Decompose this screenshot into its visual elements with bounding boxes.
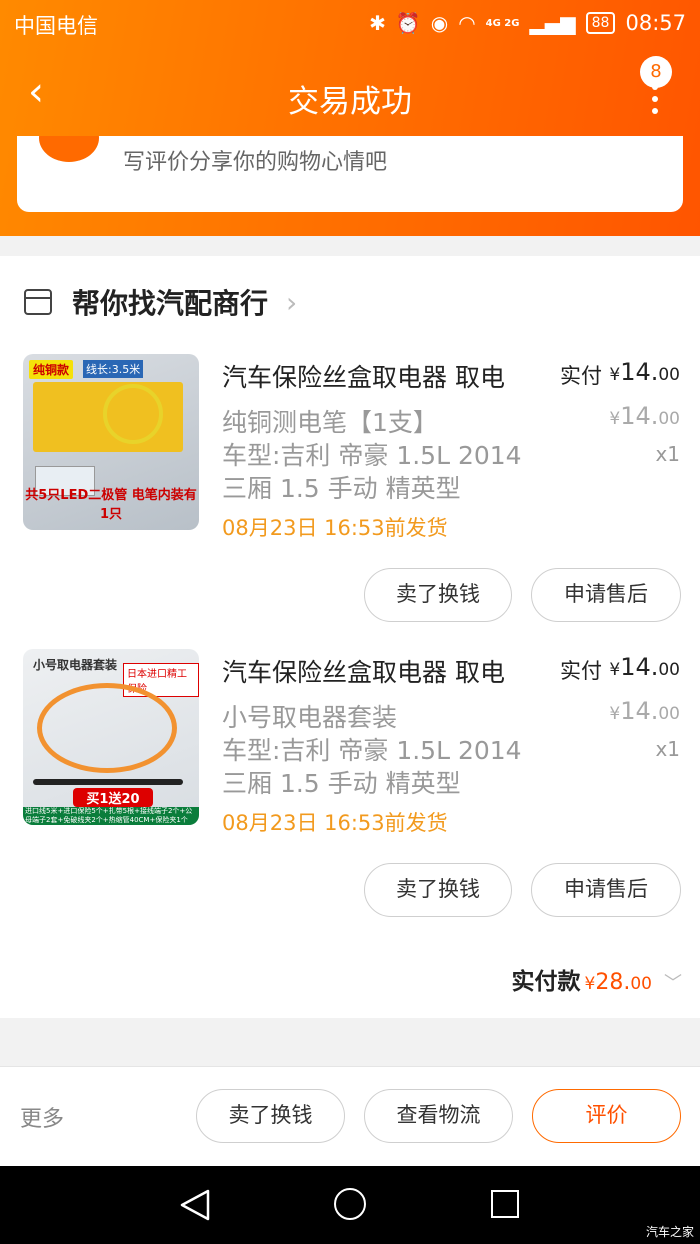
- after-sales-button[interactable]: 申请售后: [531, 863, 681, 917]
- paid-label: 实付: [560, 659, 602, 683]
- spec-model-2: 三厢 1.5 手动 精英型: [222, 474, 461, 503]
- product-thumbnail[interactable]: 小号取电器套装 日本进口精工保险 买1送20 进口线5米+进口保险5个+扎带5根…: [23, 649, 199, 825]
- chevron-right-icon: ›: [286, 285, 298, 319]
- signal-icon: ▂▄▆: [529, 11, 576, 35]
- total-label: 实付款: [511, 969, 581, 995]
- sell-button[interactable]: 卖了换钱: [364, 568, 512, 622]
- battery-indicator: 88: [585, 12, 616, 34]
- alarm-icon: ⏰: [395, 11, 421, 35]
- status-icons: ✱ ⏰ ◉ ◠ 4G 2G ▂▄▆ 88 08:57: [369, 8, 686, 38]
- product-title: 汽车保险丝盒取电器 取电: [222, 658, 505, 687]
- recent-apps-icon[interactable]: [491, 1190, 519, 1218]
- dot-icon: [652, 108, 658, 114]
- spec-model-2: 三厢 1.5 手动 精英型: [222, 769, 461, 798]
- unit-price: ¥14.00: [609, 402, 680, 430]
- status-bar: 中国电信 ✱ ⏰ ◉ ◠ 4G 2G ▂▄▆ 88 08:57: [0, 0, 700, 48]
- quantity: x1: [655, 737, 680, 761]
- bottom-action-bar: 更多 卖了换钱 查看物流 评价: [0, 1066, 700, 1166]
- quantity: x1: [655, 442, 680, 466]
- spec-variant: 小号取电器套装: [222, 703, 398, 732]
- thumb-tag: 小号取电器套装: [33, 658, 118, 672]
- thumb-promo: 买1送20: [73, 788, 153, 807]
- home-circle-icon[interactable]: [334, 1188, 366, 1220]
- nav-bar: ‹ 交易成功 8: [0, 52, 700, 136]
- more-button[interactable]: 更多: [20, 1101, 64, 1133]
- shop-header[interactable]: 帮你找汽配商行 ›: [24, 280, 297, 324]
- dot-icon: [652, 96, 658, 102]
- order-total[interactable]: 实付款 ¥28.00 ﹀: [512, 962, 682, 1002]
- heat-shrink-graphic: [33, 779, 183, 785]
- page-title: 交易成功: [288, 84, 412, 120]
- wire-coil-graphic: [37, 683, 177, 773]
- carrier-label: 中国电信: [14, 14, 98, 38]
- bluetooth-icon: ✱: [369, 11, 386, 35]
- unit-price: ¥14.00: [609, 697, 680, 725]
- thumb-tag: 纯铜款: [29, 360, 74, 379]
- product-title: 汽车保险丝盒取电器 取电: [222, 363, 505, 392]
- order-item[interactable]: 小号取电器套装 日本进口精工保险 买1送20 进口线5米+进口保险5个+扎带5根…: [0, 649, 700, 929]
- paid-price: ¥14.00: [609, 358, 680, 386]
- view-logistics-button[interactable]: 查看物流: [364, 1089, 513, 1143]
- paid-price: ¥14.00: [609, 653, 680, 681]
- total-amount: ¥28.00: [584, 970, 652, 995]
- eye-comfort-icon: ◉: [430, 11, 449, 35]
- system-nav-bar: 汽车之家: [0, 1166, 700, 1244]
- thumb-promo: 共5只LED二极管 电笔内装有1只: [25, 488, 197, 522]
- back-triangle-icon[interactable]: [178, 1188, 212, 1222]
- shipping-deadline: 08月23日 16:53前发货: [222, 811, 448, 835]
- wifi-icon: ◠: [458, 11, 476, 35]
- order-item[interactable]: 纯铜款 线长:3.5米 共5只LED二极管 电笔内装有1只 汽车保险丝盒取电器 …: [0, 354, 700, 634]
- paid-label: 实付: [560, 364, 602, 388]
- sell-button[interactable]: 卖了换钱: [364, 863, 512, 917]
- store-icon: [24, 289, 52, 315]
- spec-model: 车型:吉利 帝豪 1.5L 2014: [222, 736, 522, 765]
- watermark: 汽车之家: [645, 1225, 694, 1239]
- thumb-tag-length: 线长:3.5米: [83, 360, 144, 378]
- chevron-down-icon: ﹀: [664, 973, 682, 994]
- more-menu-button[interactable]: [652, 84, 660, 120]
- shipping-deadline: 08月23日 16:53前发货: [222, 516, 448, 540]
- notification-badge: 8: [640, 56, 672, 88]
- shop-name: 帮你找汽配商行: [72, 287, 269, 320]
- cable-coil-graphic: [103, 384, 163, 444]
- comment-icon: [39, 136, 99, 162]
- spec-variant: 纯铜测电笔【1支】: [222, 408, 438, 437]
- order-card: 帮你找汽配商行 › 纯铜款 线长:3.5米 共5只LED二极管 电笔内装有1只 …: [0, 256, 700, 1018]
- product-spec: 纯铜测电笔【1支】 车型:吉利 帝豪 1.5L 2014 三厢 1.5 手动 精…: [222, 406, 522, 505]
- network-type: 4G 2G: [485, 17, 520, 29]
- rate-button[interactable]: 评价: [532, 1089, 681, 1143]
- after-sales-button[interactable]: 申请售后: [531, 568, 681, 622]
- review-prompt-text: 写评价分享你的购物心情吧: [123, 150, 388, 175]
- spec-model: 车型:吉利 帝豪 1.5L 2014: [222, 441, 522, 470]
- review-prompt-card[interactable]: 写评价分享你的购物心情吧: [17, 136, 683, 212]
- product-thumbnail[interactable]: 纯铜款 线长:3.5米 共5只LED二极管 电笔内装有1只: [23, 354, 199, 530]
- thumb-contents-strip: 进口线5米+进口保险5个+扎带5根+接线端子2个+公母端子2套+免破线夹2个+热…: [23, 807, 199, 825]
- clock: 08:57: [625, 11, 686, 35]
- sell-button[interactable]: 卖了换钱: [196, 1089, 345, 1143]
- product-spec: 小号取电器套装 车型:吉利 帝豪 1.5L 2014 三厢 1.5 手动 精英型: [222, 701, 522, 800]
